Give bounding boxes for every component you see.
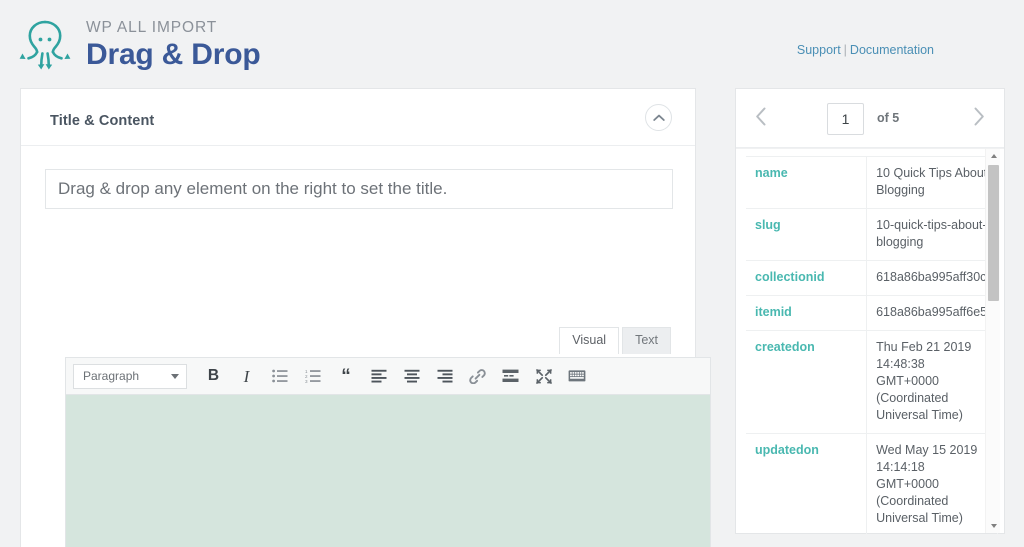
table-row[interactable]: slug10-quick-tips-about-blogging xyxy=(746,209,998,261)
align-center-icon xyxy=(404,369,420,383)
quote-icon: “ xyxy=(341,367,350,386)
page-number-input[interactable] xyxy=(827,103,864,135)
chevron-left-icon xyxy=(755,107,767,131)
field-value[interactable]: 10-quick-tips-about-blogging xyxy=(867,209,998,261)
align-center-button[interactable] xyxy=(396,362,427,390)
record-pager: of 5 xyxy=(736,89,1004,148)
post-title-input[interactable] xyxy=(45,169,673,209)
title-content-card: Title & Content Visual Text Paragraph B xyxy=(20,88,696,547)
table-row[interactable]: updatedonWed May 15 2019 14:14:18 GMT+00… xyxy=(746,434,998,535)
collapse-toggle-button[interactable] xyxy=(645,104,672,131)
insert-more-icon xyxy=(502,369,519,383)
chevron-up-icon xyxy=(653,114,665,122)
panel-scrollbar[interactable] xyxy=(985,149,1000,533)
bold-icon: B xyxy=(208,368,219,384)
table-row[interactable]: name10 Quick Tips About Blogging xyxy=(746,157,998,209)
link-icon xyxy=(469,369,486,384)
data-preview-panel: of 5 name10 Quick Tips About Bloggingslu… xyxy=(735,88,1005,534)
field-key[interactable]: collectionid xyxy=(746,261,867,296)
card-title: Title & Content xyxy=(50,113,154,129)
documentation-link[interactable]: Documentation xyxy=(850,43,934,57)
fullscreen-button[interactable] xyxy=(528,362,559,390)
table-row[interactable]: createdonThu Feb 21 2019 14:48:38 GMT+00… xyxy=(746,331,998,434)
toolbar-toggle-button[interactable] xyxy=(561,362,592,390)
italic-icon: I xyxy=(244,368,250,385)
align-right-icon xyxy=(437,369,453,383)
fullscreen-icon xyxy=(536,369,552,384)
editor-toolbar: Paragraph B I xyxy=(65,357,711,395)
field-key[interactable]: name xyxy=(746,157,867,209)
tab-visual[interactable]: Visual xyxy=(559,327,619,354)
field-key[interactable]: itemid xyxy=(746,296,867,331)
blockquote-button[interactable]: “ xyxy=(330,362,361,390)
page-title: Drag & Drop xyxy=(86,37,260,73)
field-value[interactable]: Wed May 15 2019 14:14:18 GMT+0000 (Coord… xyxy=(867,434,998,535)
italic-button[interactable]: I xyxy=(231,362,262,390)
brand: WP ALL IMPORT Drag & Drop xyxy=(14,14,260,76)
next-record-button[interactable] xyxy=(964,104,994,134)
table-row[interactable]: itemid618a86ba995aff6e51 xyxy=(746,296,998,331)
numbered-list-icon: 1 2 3 xyxy=(305,369,321,383)
chevron-down-icon xyxy=(171,374,179,379)
insert-link-button[interactable] xyxy=(462,362,493,390)
previous-record-button[interactable] xyxy=(746,104,776,134)
scrollbar-thumb[interactable] xyxy=(988,165,999,301)
header-links: Support|Documentation xyxy=(797,43,934,57)
links-separator: | xyxy=(844,43,847,57)
chevron-right-icon xyxy=(973,107,985,131)
align-left-button[interactable] xyxy=(363,362,394,390)
field-key[interactable]: createdon xyxy=(746,331,867,434)
editor-mode-tabs: Visual Text xyxy=(559,327,671,354)
octopus-arrows-icon xyxy=(14,14,76,76)
app-page: WP ALL IMPORT Drag & Drop Support|Docume… xyxy=(0,0,1024,547)
scroll-up-arrow-icon[interactable] xyxy=(986,149,1001,163)
page-count-label: of 5 xyxy=(877,111,899,125)
brand-tagline: WP ALL IMPORT xyxy=(86,18,260,38)
support-link[interactable]: Support xyxy=(797,43,841,57)
svg-text:3: 3 xyxy=(305,379,308,383)
numbered-list-button[interactable]: 1 2 3 xyxy=(297,362,328,390)
align-left-icon xyxy=(371,369,387,383)
field-key[interactable]: slug xyxy=(746,209,867,261)
content-drop-area[interactable] xyxy=(65,395,711,547)
table-row[interactable]: collectionid618a86ba995aff30cc xyxy=(746,261,998,296)
field-value[interactable]: Thu Feb 21 2019 14:48:38 GMT+0000 (Coord… xyxy=(867,331,998,434)
keyboard-toolbar-icon xyxy=(568,369,586,383)
format-select[interactable]: Paragraph xyxy=(73,364,187,389)
page-header: WP ALL IMPORT Drag & Drop Support|Docume… xyxy=(0,0,1024,88)
field-value[interactable]: 618a86ba995aff6e51 xyxy=(867,296,998,331)
field-value[interactable]: 618a86ba995aff30cc xyxy=(867,261,998,296)
read-more-button[interactable] xyxy=(495,362,526,390)
format-select-value: Paragraph xyxy=(83,369,139,383)
card-header: Title & Content xyxy=(21,89,695,146)
scroll-down-arrow-icon[interactable] xyxy=(986,519,1001,533)
record-fields-table-wrap: name10 Quick Tips About Bloggingslug10-q… xyxy=(736,148,1004,534)
bulleted-list-button[interactable] xyxy=(264,362,295,390)
record-fields-table: name10 Quick Tips About Bloggingslug10-q… xyxy=(746,156,998,534)
bold-button[interactable]: B xyxy=(198,362,229,390)
field-key[interactable]: updatedon xyxy=(746,434,867,535)
align-right-button[interactable] xyxy=(429,362,460,390)
bulleted-list-icon xyxy=(272,369,288,383)
tab-text[interactable]: Text xyxy=(622,327,671,354)
field-value[interactable]: 10 Quick Tips About Blogging xyxy=(867,157,998,209)
